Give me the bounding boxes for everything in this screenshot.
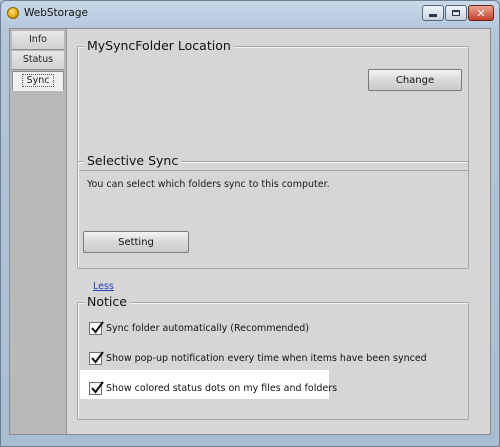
webstorage-icon bbox=[7, 7, 19, 19]
minimize-button[interactable] bbox=[422, 5, 444, 21]
client-area: Info Status Sync MySyncFolder Location C… bbox=[9, 28, 491, 435]
option-status-dots[interactable]: Show colored status dots on my files and… bbox=[89, 380, 338, 395]
sync-automatically-checkbox[interactable] bbox=[89, 320, 104, 335]
maximize-icon bbox=[452, 10, 460, 16]
tab-status[interactable]: Status bbox=[12, 51, 64, 70]
setting-button[interactable]: Setting bbox=[83, 231, 189, 253]
selective-sync-legend: Selective Sync bbox=[84, 153, 182, 168]
minimize-icon bbox=[429, 14, 437, 17]
selective-sync-group: Selective Sync You can select which fold… bbox=[77, 153, 469, 269]
status-dots-label: Show colored status dots on my files and… bbox=[106, 382, 338, 394]
tab-sync[interactable]: Sync bbox=[12, 71, 64, 91]
tab-info[interactable]: Info bbox=[12, 31, 64, 50]
option-sync-automatically[interactable]: Sync folder automatically (Recommended) bbox=[89, 320, 310, 335]
checkmark-icon bbox=[91, 380, 104, 394]
selective-sync-description: You can select which folders sync to thi… bbox=[87, 179, 330, 190]
tab-sync-label: Sync bbox=[21, 74, 55, 87]
popup-notification-label: Show pop-up notification every time when… bbox=[106, 352, 427, 364]
notice-group: Notice Sync folder automatically (Recomm… bbox=[77, 294, 469, 420]
sync-automatically-label: Sync folder automatically (Recommended) bbox=[106, 322, 310, 334]
notice-legend: Notice bbox=[84, 294, 130, 309]
mysyncfolder-legend: MySyncFolder Location bbox=[84, 38, 234, 53]
change-button[interactable]: Change bbox=[368, 69, 462, 91]
maximize-button[interactable] bbox=[445, 5, 467, 21]
status-dots-checkbox[interactable] bbox=[89, 380, 104, 395]
close-icon: ✕ bbox=[476, 6, 486, 20]
tab-status-label: Status bbox=[22, 54, 54, 65]
less-link[interactable]: Less bbox=[93, 281, 114, 292]
title-bar[interactable]: WebStorage ✕ bbox=[1, 1, 499, 27]
popup-notification-checkbox[interactable] bbox=[89, 350, 104, 365]
option-popup-notification[interactable]: Show pop-up notification every time when… bbox=[89, 350, 427, 365]
app-window: WebStorage ✕ Info Status Sync MySyncFold… bbox=[0, 0, 500, 447]
window-title: WebStorage bbox=[24, 7, 88, 19]
tab-info-label: Info bbox=[29, 34, 47, 45]
close-button[interactable]: ✕ bbox=[468, 5, 494, 21]
tab-sidebar: Info Status Sync bbox=[10, 29, 67, 434]
checkmark-icon bbox=[91, 350, 104, 364]
checkmark-icon bbox=[91, 320, 104, 334]
